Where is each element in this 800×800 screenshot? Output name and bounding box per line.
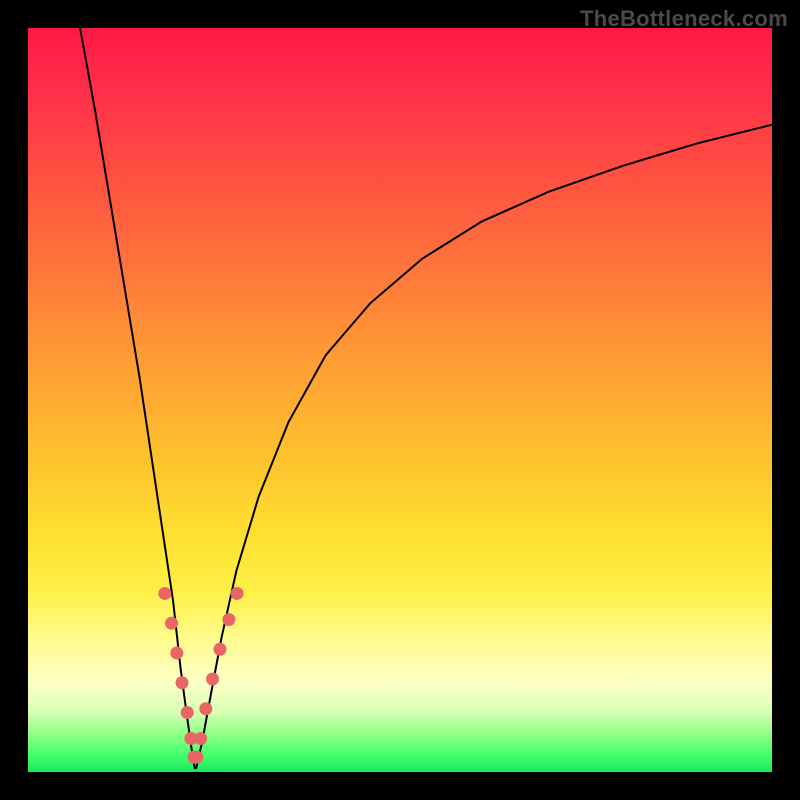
- marker-dot: [199, 702, 212, 715]
- curve-right-branch: [196, 125, 772, 769]
- marker-dot: [222, 613, 235, 626]
- marker-dot: [206, 673, 219, 686]
- marker-dot: [170, 646, 183, 659]
- marker-dot: [194, 732, 207, 745]
- marker-dot: [213, 643, 226, 656]
- curves-layer: [28, 28, 772, 772]
- marker-dot: [231, 587, 244, 600]
- watermark-text: TheBottleneck.com: [580, 6, 788, 32]
- marker-dot: [158, 587, 171, 600]
- marker-dot: [176, 676, 189, 689]
- chart-frame: TheBottleneck.com: [0, 0, 800, 800]
- marker-dot: [181, 706, 194, 719]
- marker-dot: [165, 617, 178, 630]
- plot-area: [28, 28, 772, 772]
- marker-dot: [190, 751, 203, 764]
